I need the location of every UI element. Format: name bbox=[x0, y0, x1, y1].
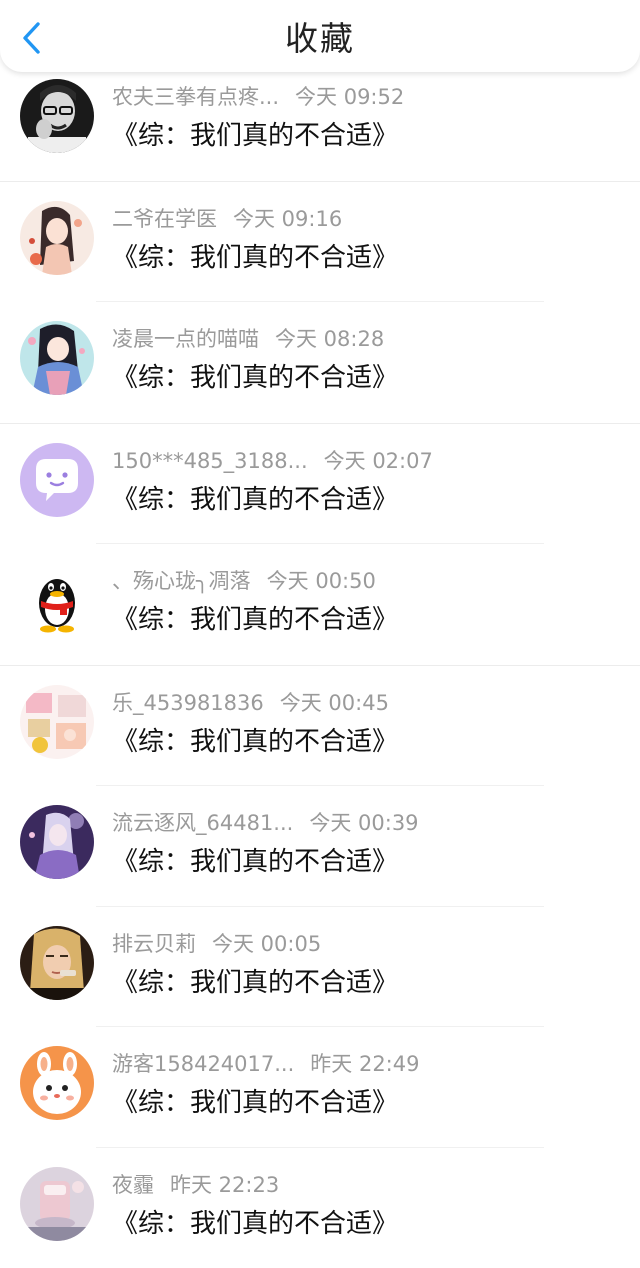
book-title[interactable]: 《综：我们真的不合适》 bbox=[112, 360, 398, 396]
username[interactable]: 农夫三拳有点疼... bbox=[112, 85, 279, 109]
avatar[interactable] bbox=[20, 1046, 94, 1120]
item-meta: 、殇心珑╮凋落今天 00:50 bbox=[112, 566, 376, 596]
list-item[interactable]: 凌晨一点的喵喵今天 08:28 《综：我们真的不合适》 bbox=[0, 302, 640, 424]
username[interactable]: 150***485_3188... bbox=[112, 449, 308, 473]
list-item[interactable]: 游客158424017... 昨天 22:49 《综：我们真的不合适》 bbox=[0, 1027, 640, 1148]
list-item[interactable]: 二爷在学医今天 09:16 《综：我们真的不合适》 bbox=[0, 182, 640, 303]
list-item[interactable]: 农夫三拳有点疼... 今天 09:52 《综：我们真的不合适》 bbox=[0, 60, 640, 182]
username[interactable]: 乐_453981836 bbox=[112, 691, 264, 715]
book-title[interactable]: 《综：我们真的不合适》 bbox=[112, 118, 398, 154]
item-meta: 游客158424017... 昨天 22:49 bbox=[112, 1049, 419, 1079]
timestamp: 昨天 22:23 bbox=[170, 1173, 279, 1197]
item-meta: 凌晨一点的喵喵今天 08:28 bbox=[112, 324, 384, 354]
username[interactable]: 夜霾 bbox=[112, 1173, 154, 1197]
item-meta: 农夫三拳有点疼... 今天 09:52 bbox=[112, 82, 404, 112]
timestamp: 今天 08:28 bbox=[275, 327, 384, 351]
username[interactable]: 二爷在学医 bbox=[112, 207, 217, 231]
item-meta: 夜霾昨天 22:23 bbox=[112, 1170, 279, 1200]
username[interactable]: 游客158424017... bbox=[112, 1052, 294, 1076]
favorites-list: 农夫三拳有点疼...今天 09:52 《综：我们真的不合适》 二爷在学医今天 0… bbox=[0, 60, 640, 1268]
timestamp: 今天 00:39 bbox=[309, 811, 418, 835]
timestamp: 今天 09:52 bbox=[295, 85, 404, 109]
item-meta: 二爷在学医今天 09:16 bbox=[112, 204, 342, 234]
item-meta: 150***485_3188... 今天 02:07 bbox=[112, 446, 433, 476]
book-title[interactable]: 《综：我们真的不合适》 bbox=[112, 1206, 398, 1242]
book-title[interactable]: 《综：我们真的不合适》 bbox=[112, 844, 398, 880]
timestamp: 今天 02:07 bbox=[324, 449, 433, 473]
book-title[interactable]: 《综：我们真的不合适》 bbox=[112, 482, 398, 518]
item-meta: 流云逐风_64481... 今天 00:39 bbox=[112, 808, 419, 838]
list-item[interactable]: 150***485_3188... 今天 02:07 《综：我们真的不合适》 bbox=[0, 424, 640, 545]
timestamp: 昨天 22:49 bbox=[310, 1052, 419, 1076]
avatar[interactable] bbox=[20, 805, 94, 879]
timestamp: 今天 00:50 bbox=[267, 569, 376, 593]
list-item[interactable]: 排云贝莉今天 00:05 《综：我们真的不合适》 bbox=[0, 907, 640, 1028]
avatar[interactable] bbox=[20, 685, 94, 759]
timestamp: 今天 00:45 bbox=[280, 691, 389, 715]
book-title[interactable]: 《综：我们真的不合适》 bbox=[112, 240, 398, 276]
list-item[interactable]: 流云逐风_64481... 今天 00:39 《综：我们真的不合适》 bbox=[0, 786, 640, 907]
book-title[interactable]: 《综：我们真的不合适》 bbox=[112, 602, 398, 638]
avatar[interactable] bbox=[20, 563, 94, 637]
avatar[interactable] bbox=[20, 201, 94, 275]
username[interactable]: 、殇心珑╮凋落 bbox=[112, 569, 251, 593]
book-title[interactable]: 《综：我们真的不合适》 bbox=[112, 965, 398, 1001]
book-title[interactable]: 《综：我们真的不合适》 bbox=[112, 1085, 398, 1121]
top-bar: 收藏 bbox=[0, 0, 640, 72]
item-meta: 排云贝莉今天 00:05 bbox=[112, 929, 321, 959]
avatar[interactable] bbox=[20, 1167, 94, 1241]
avatar[interactable] bbox=[20, 79, 94, 153]
timestamp: 今天 00:05 bbox=[212, 932, 321, 956]
list-item[interactable]: 夜霾昨天 22:23 《综：我们真的不合适》 bbox=[0, 1148, 640, 1268]
list-item[interactable]: 乐_453981836 今天 00:45 《综：我们真的不合适》 bbox=[0, 666, 640, 787]
book-title[interactable]: 《综：我们真的不合适》 bbox=[112, 724, 398, 760]
username[interactable]: 流云逐风_64481... bbox=[112, 811, 293, 835]
avatar[interactable] bbox=[20, 321, 94, 395]
username[interactable]: 凌晨一点的喵喵 bbox=[112, 327, 259, 351]
avatar[interactable] bbox=[20, 443, 94, 517]
page-title: 收藏 bbox=[0, 18, 640, 60]
avatar[interactable] bbox=[20, 926, 94, 1000]
item-meta: 乐_453981836 今天 00:45 bbox=[112, 688, 389, 718]
list-item[interactable]: 、殇心珑╮凋落今天 00:50 《综：我们真的不合适》 bbox=[0, 544, 640, 666]
timestamp: 今天 09:16 bbox=[233, 207, 342, 231]
username[interactable]: 排云贝莉 bbox=[112, 932, 196, 956]
